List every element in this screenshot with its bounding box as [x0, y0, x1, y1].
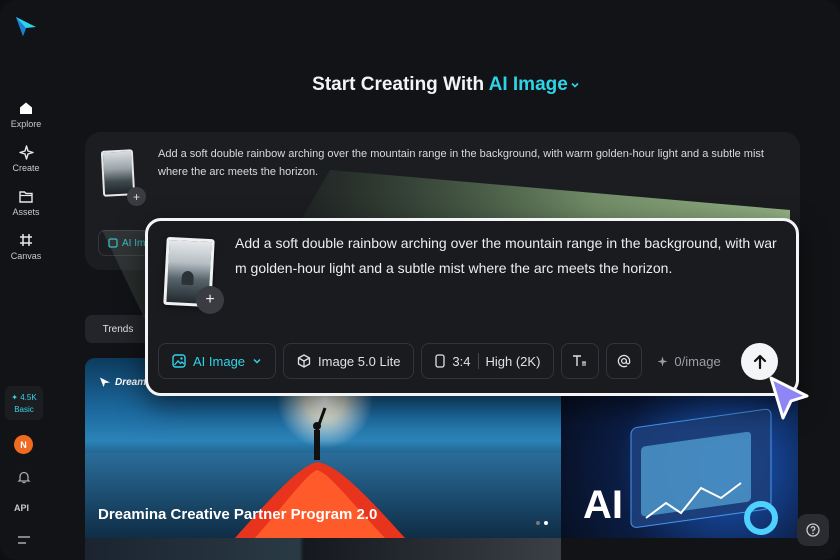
at-icon: [618, 354, 631, 368]
plus-icon[interactable]: +: [127, 187, 146, 206]
portrait-ratio-icon: [435, 354, 446, 368]
chevron-down-icon: [253, 358, 261, 364]
carousel-dot[interactable]: [536, 521, 540, 525]
sidebar-item-label: Assets: [12, 207, 40, 217]
prompt-toolbar: AI Image Image 5.0 Lite 3:4 High (2K) 0/…: [158, 343, 721, 379]
carousel-dots[interactable]: [536, 521, 548, 525]
aspect-ratio-label: 3:4: [452, 353, 471, 369]
sidebar-item-label: Explore: [10, 119, 42, 129]
mouse-cursor-icon: [769, 376, 809, 420]
model-selector-label: Image 5.0 Lite: [318, 353, 401, 369]
sidebar-item-canvas[interactable]: Canvas: [0, 232, 52, 261]
chevron-down-icon: [571, 82, 579, 88]
avatar[interactable]: N: [14, 435, 33, 454]
credits-badge[interactable]: ✦ 4.5K Basic: [5, 386, 43, 420]
sidebar-item-label: Canvas: [10, 251, 42, 261]
page-title: Start Creating With AI Image: [0, 74, 840, 96]
banner-title: Dreamina Creative Partner Program 2.0: [98, 506, 378, 523]
text-format-icon: [573, 355, 587, 366]
dreamina-logo-icon[interactable]: [14, 14, 38, 38]
page-title-prefix: Start Creating With: [312, 74, 485, 95]
mention-button[interactable]: [606, 343, 643, 379]
dreamina-logo-icon: [100, 377, 110, 387]
folder-icon: [18, 188, 34, 204]
background-mode-chip[interactable]: AI Im: [98, 230, 148, 256]
side-banner-text: AI: [583, 483, 623, 527]
gallery-row-preview[interactable]: [85, 538, 561, 560]
plan-label: Basic: [14, 404, 34, 414]
background-mode-chip-label: AI Im: [122, 237, 146, 249]
model-selector[interactable]: Image 5.0 Lite: [283, 343, 415, 379]
tab-trends[interactable]: Trends: [85, 315, 151, 343]
divider: [477, 353, 479, 369]
credits-amount: ✦ 4.5K: [11, 392, 37, 402]
api-link[interactable]: API: [14, 503, 29, 513]
sidebar-item-explore[interactable]: Explore: [0, 100, 52, 129]
sidebar-item-label: Create: [12, 163, 40, 173]
app-window: Explore Create Assets Canvas ✦ 4.5K Basi…: [0, 0, 840, 560]
quality-label: High (2K): [485, 353, 541, 369]
home-icon: [18, 100, 34, 116]
add-reference-button[interactable]: +: [196, 286, 224, 314]
mode-dropdown[interactable]: AI Image: [158, 343, 277, 379]
credit-cost-label: 0/image: [674, 353, 721, 369]
prompt-input[interactable]: Add a soft double rainbow arching over t…: [235, 231, 787, 281]
image-icon: [108, 238, 118, 248]
carousel-dot-active[interactable]: [544, 521, 548, 525]
sidebar-item-assets[interactable]: Assets: [0, 188, 52, 217]
image-icon: [172, 354, 186, 368]
help-icon: [806, 523, 820, 537]
mode-dropdown-label: AI Image: [193, 353, 246, 369]
text-style-button[interactable]: [561, 343, 600, 379]
bell-icon[interactable]: [17, 470, 31, 484]
credit-cost: 0/image: [657, 353, 721, 369]
background-prompt-text: Add a soft double rainbow arching over t…: [158, 148, 764, 178]
cube-icon: [297, 354, 311, 368]
menu-icon[interactable]: [17, 534, 31, 546]
sparkle-icon: [657, 356, 668, 366]
arrow-up-icon: [753, 354, 766, 369]
canvas-icon: [18, 232, 34, 248]
prompt-card[interactable]: + Add a soft double rainbow arching over…: [145, 218, 799, 396]
sidebar-item-create[interactable]: Create: [0, 144, 52, 173]
sparkle-icon: [18, 144, 34, 160]
aspect-quality-selector[interactable]: 3:4 High (2K): [421, 343, 555, 379]
mode-selector-title[interactable]: AI Image: [489, 74, 580, 95]
help-button[interactable]: [797, 514, 829, 546]
mode-selector-label: AI Image: [488, 74, 568, 95]
